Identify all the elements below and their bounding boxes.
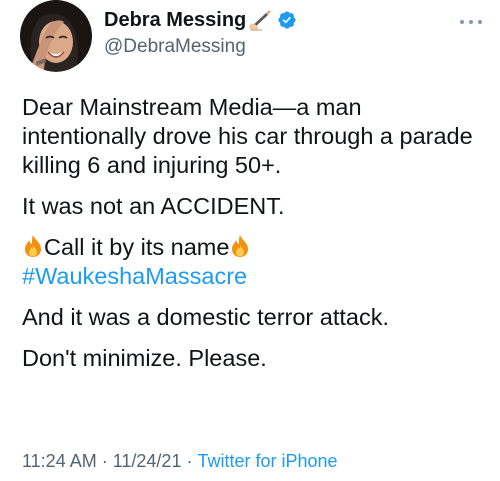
display-name[interactable]: Debra Messing xyxy=(104,9,246,32)
tweet-paragraph-5: Don't minimize. Please. xyxy=(22,345,267,371)
fire-icon xyxy=(229,234,251,258)
tweet-paragraph-4: And it was a domestic terror attack. xyxy=(22,304,390,330)
tweet-paragraph-2: It was not an ACCIDENT. xyxy=(22,193,285,219)
more-dot xyxy=(469,20,473,24)
verified-badge-icon xyxy=(277,10,297,30)
more-dot xyxy=(460,20,464,24)
tweet-paragraph-3: Call it by its name #WaukeshaMassacre xyxy=(22,233,492,291)
name-row: Debra Messing xyxy=(104,8,297,32)
meta-separator: · xyxy=(101,451,108,471)
hashtag-link[interactable]: #WaukeshaMassacre xyxy=(22,263,247,289)
tweet-source-link[interactable]: Twitter for iPhone xyxy=(197,451,337,471)
tweet-paragraph-1: Dear Mainstream Media—a man intentionall… xyxy=(22,94,473,178)
more-dot xyxy=(478,20,482,24)
user-handle[interactable]: @DebraMessing xyxy=(104,36,297,58)
tweet-date[interactable]: 11/24/21 xyxy=(113,451,182,471)
tweet-metadata: 11:24 AM · 11/24/21 · Twitter for iPhone xyxy=(22,451,338,472)
author-block: Debra Messing @DebraMessing xyxy=(104,8,297,58)
tweet-time[interactable]: 11:24 AM xyxy=(22,451,97,471)
tweet-card: Debra Messing @DebraMessing Dear Mainstr… xyxy=(0,0,500,481)
fire-icon xyxy=(22,234,44,258)
avatar[interactable] xyxy=(20,0,92,72)
meta-separator: · xyxy=(186,451,193,471)
tweet-text: Dear Mainstream Media—a man intentionall… xyxy=(22,93,492,373)
tweet-call-text: Call it by its name xyxy=(44,234,230,260)
more-options-icon[interactable] xyxy=(460,18,482,26)
writing-hand-icon xyxy=(248,9,272,31)
avatar-photo xyxy=(20,0,92,72)
